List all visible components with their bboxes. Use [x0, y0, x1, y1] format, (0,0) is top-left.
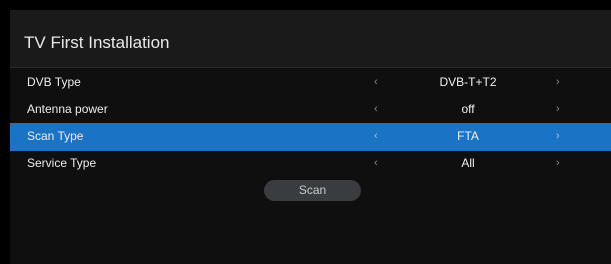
- header-divider: [10, 67, 611, 68]
- scan-button[interactable]: Scan: [264, 180, 361, 201]
- installation-panel: TV First Installation DVB Type ‹ DVB-T+T…: [10, 10, 611, 264]
- chevron-right-icon[interactable]: ›: [556, 102, 560, 116]
- setting-value: off: [461, 102, 475, 116]
- setting-label: Scan Type: [27, 129, 84, 143]
- setting-value: All: [461, 156, 475, 170]
- setting-row-service-type[interactable]: Service Type ‹ All ›: [10, 150, 611, 178]
- chevron-left-icon[interactable]: ‹: [374, 156, 378, 170]
- chevron-left-icon[interactable]: ‹: [374, 75, 378, 89]
- chevron-left-icon[interactable]: ‹: [374, 102, 378, 116]
- chevron-right-icon[interactable]: ›: [556, 129, 560, 143]
- header-bar: TV First Installation: [10, 10, 611, 67]
- setting-label: DVB Type: [27, 75, 81, 89]
- setting-value: FTA: [457, 129, 479, 143]
- chevron-right-icon[interactable]: ›: [556, 156, 560, 170]
- chevron-left-icon[interactable]: ‹: [374, 129, 378, 143]
- page-title: TV First Installation: [24, 33, 170, 52]
- chevron-right-icon[interactable]: ›: [556, 75, 560, 89]
- setting-row-scan-type[interactable]: Scan Type ‹ FTA ›: [10, 123, 611, 151]
- setting-label: Service Type: [27, 156, 97, 170]
- setting-value: DVB-T+T2: [439, 75, 497, 89]
- setting-label: Antenna power: [27, 102, 108, 116]
- setting-row-antenna-power[interactable]: Antenna power ‹ off ›: [10, 96, 611, 124]
- setting-row-dvb-type[interactable]: DVB Type ‹ DVB-T+T2 ›: [10, 69, 611, 97]
